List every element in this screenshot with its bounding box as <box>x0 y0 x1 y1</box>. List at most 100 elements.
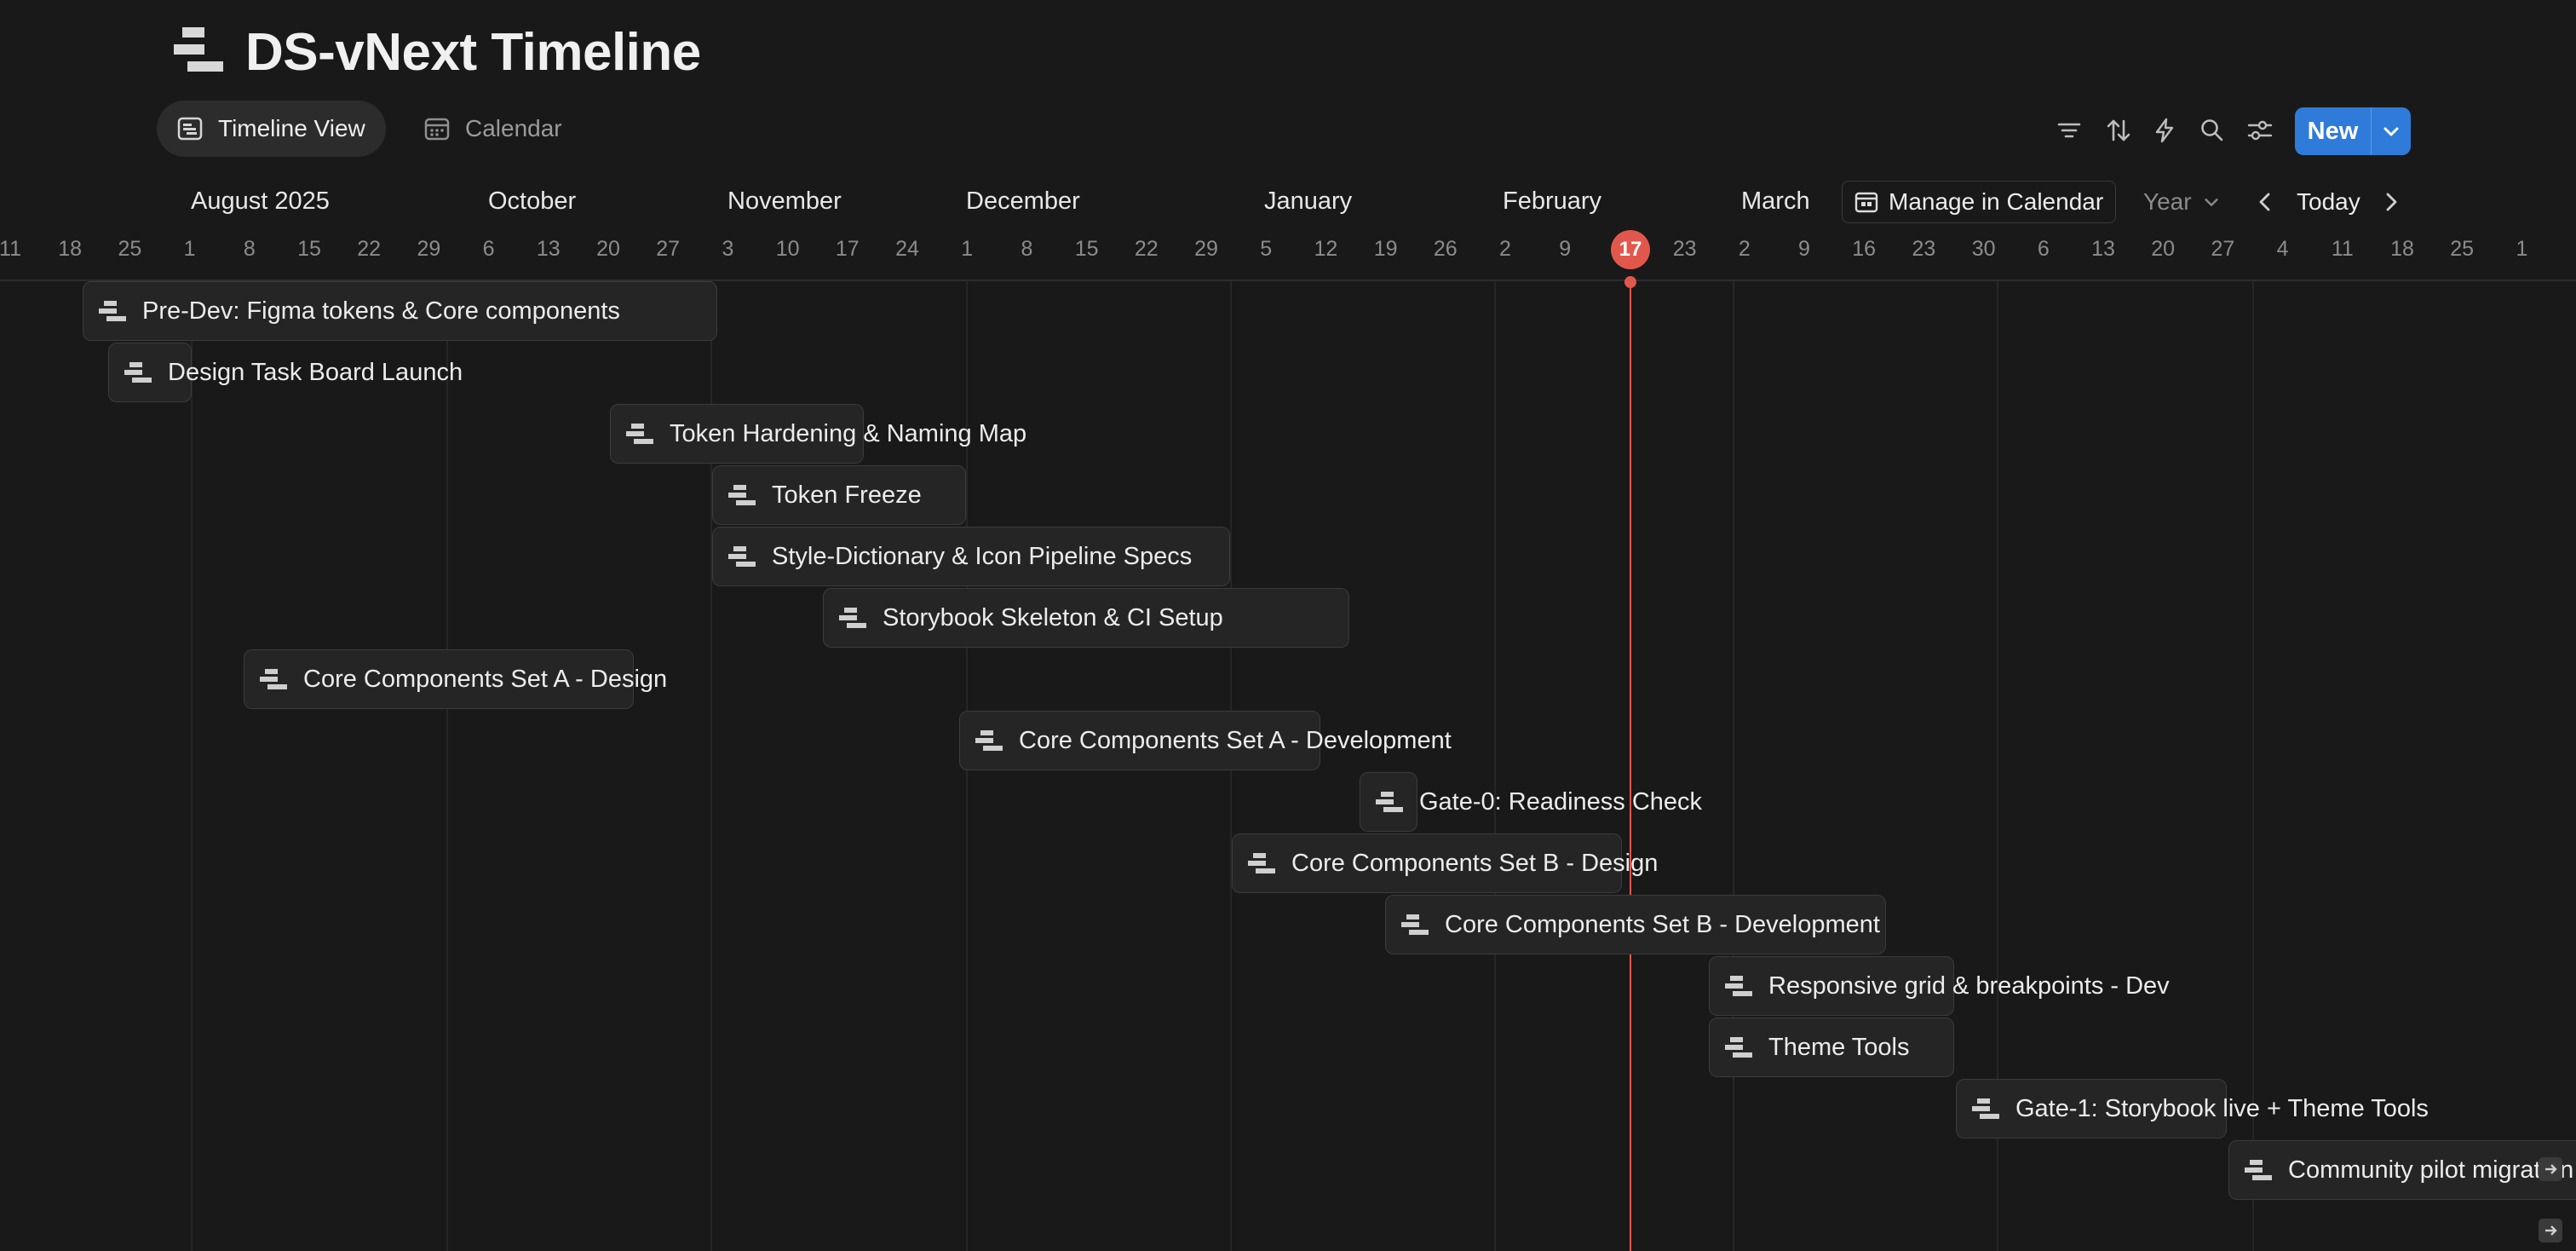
manage-in-calendar-button[interactable]: Manage in Calendar <box>1842 181 2117 223</box>
timeline-bar-label[interactable]: Theme Tools <box>1724 1018 1910 1077</box>
day-tick: 2 <box>1499 237 1511 261</box>
task-title: Token Hardening & Naming Map <box>670 419 1027 447</box>
day-tick: 11 <box>0 237 21 261</box>
day-tick: 11 <box>2331 237 2354 261</box>
chevron-down-icon[interactable] <box>2372 107 2411 155</box>
timeline-bar-label[interactable]: Token Hardening & Naming Map <box>625 404 1026 464</box>
tab-calendar[interactable]: Calendar <box>404 101 583 157</box>
timeline-icon <box>838 606 867 630</box>
timeline-bar-label[interactable]: Core Components Set B - Design <box>1247 833 1658 893</box>
day-tick: 16 <box>1852 237 1877 261</box>
timeline-icon <box>98 299 127 323</box>
task-title: Storybook Skeleton & CI Setup <box>883 603 1223 631</box>
task-title: Style-Dictionary & Icon Pipeline Specs <box>772 542 1193 570</box>
task-title: Core Components Set B - Design <box>1291 849 1659 877</box>
day-tick: 24 <box>895 237 919 261</box>
task-title: Design Task Board Launch <box>168 358 463 386</box>
timeline-bar-label[interactable]: Gate-1: Storybook live + Theme Tools <box>1971 1079 2429 1139</box>
timeline-icon <box>259 667 288 691</box>
day-tick: 9 <box>1559 237 1572 261</box>
day-tick: 6 <box>482 237 495 261</box>
day-tick: 9 <box>1798 237 1810 261</box>
timeline-bar-label[interactable]: Gate-0: Readiness Check <box>1375 772 1702 832</box>
day-tick: 17 <box>835 237 860 261</box>
timeline-icon <box>1375 790 1404 814</box>
timeline-bar-label[interactable]: Core Components Set B - Development <box>1400 895 1880 954</box>
task-title: Gate-0: Readiness Check <box>1419 787 1703 816</box>
zoom-select-value: Year <box>2143 188 2192 215</box>
scroll-right-icon[interactable] <box>2539 1157 2562 1181</box>
today-line <box>1630 281 1631 1251</box>
chevron-right-icon[interactable] <box>2377 187 2406 216</box>
timeline-icon <box>1247 851 1276 875</box>
chevron-left-icon[interactable] <box>2251 187 2280 216</box>
task-title: Core Components Set A - Design <box>303 665 668 693</box>
day-tick: 25 <box>2450 237 2475 261</box>
chevron-down-icon <box>2204 199 2218 206</box>
timeline-icon <box>1400 913 1429 937</box>
month-label: December <box>966 187 1080 215</box>
today-button[interactable]: Today <box>2297 181 2360 223</box>
month-label: August 2025 <box>191 187 330 215</box>
timeline-icon <box>1724 1035 1753 1059</box>
filter-icon[interactable] <box>2055 116 2084 145</box>
day-tick: 29 <box>1194 237 1218 261</box>
timeline-icon <box>174 26 225 73</box>
day-tick: 4 <box>2276 237 2289 261</box>
task-title: Gate-1: Storybook live + Theme Tools <box>2015 1094 2429 1122</box>
today-marker: 17 <box>1611 230 1650 269</box>
search-icon[interactable] <box>2198 116 2227 145</box>
day-tick: 8 <box>243 237 256 261</box>
tab-label: Calendar <box>465 115 562 141</box>
month-label: March <box>1741 187 1810 215</box>
task-title: Token Freeze <box>772 481 922 509</box>
day-tick: 20 <box>596 237 620 261</box>
timeline-bar-label[interactable]: Community pilot migration <box>2244 1140 2576 1200</box>
day-tick: 15 <box>297 237 321 261</box>
day-tick: 19 <box>1373 237 1398 261</box>
timeline-bar-label[interactable]: Storybook Skeleton & CI Setup <box>838 588 1223 648</box>
timeline-bar-label[interactable]: Pre-Dev: Figma tokens & Core components <box>98 281 620 341</box>
day-tick: 13 <box>2091 237 2115 261</box>
tab-timeline-view[interactable]: Timeline View <box>157 101 386 157</box>
task-title: Theme Tools <box>1768 1033 1910 1061</box>
day-tick: 22 <box>357 237 382 261</box>
day-tick: 22 <box>1134 237 1159 261</box>
task-title: Core Components Set A - Development <box>1019 726 1452 754</box>
settings-icon[interactable] <box>2245 116 2274 145</box>
task-title: Responsive grid & breakpoints - Dev <box>1768 971 2170 1000</box>
calendar-icon <box>1854 190 1878 214</box>
day-tick: 13 <box>536 237 561 261</box>
lightning-icon[interactable] <box>2150 116 2179 145</box>
day-tick: 6 <box>2037 237 2050 261</box>
timeline-view-icon <box>177 116 203 141</box>
month-label: October <box>488 187 577 215</box>
timeline-bar-label[interactable]: Token Freeze <box>727 465 922 525</box>
day-tick: 23 <box>1912 237 1936 261</box>
timeline-bar-label[interactable]: Style-Dictionary & Icon Pipeline Specs <box>727 527 1192 586</box>
day-tick: 23 <box>1672 237 1697 261</box>
zoom-select[interactable]: Year <box>2143 181 2221 223</box>
timeline-bar-label[interactable]: Core Components Set A - Development <box>975 711 1452 770</box>
timeline-icon <box>625 422 654 446</box>
day-tick: 8 <box>1021 237 1033 261</box>
day-tick: 1 <box>183 237 196 261</box>
new-button[interactable]: New <box>2295 107 2411 155</box>
timeline-bar-label[interactable]: Core Components Set A - Design <box>259 649 667 709</box>
day-tick: 10 <box>775 237 800 261</box>
month-label: November <box>727 187 842 215</box>
timeline-icon <box>727 545 756 568</box>
new-button-label: New <box>2295 107 2372 155</box>
timeline-bar-label[interactable]: Design Task Board Launch <box>124 343 463 402</box>
timeline-bar-label[interactable]: Responsive grid & breakpoints - Dev <box>1724 956 2170 1016</box>
day-tick: 30 <box>1971 237 1996 261</box>
day-tick: 1 <box>961 237 974 261</box>
timeline-icon <box>975 729 1003 752</box>
scroll-right-icon[interactable] <box>2539 1219 2562 1242</box>
day-tick: 25 <box>118 237 142 261</box>
month-label: January <box>1264 187 1353 215</box>
day-tick: 5 <box>1260 237 1273 261</box>
sort-icon[interactable] <box>2104 116 2133 145</box>
task-title: Community pilot migration <box>2288 1156 2574 1184</box>
gridline <box>191 281 193 1251</box>
